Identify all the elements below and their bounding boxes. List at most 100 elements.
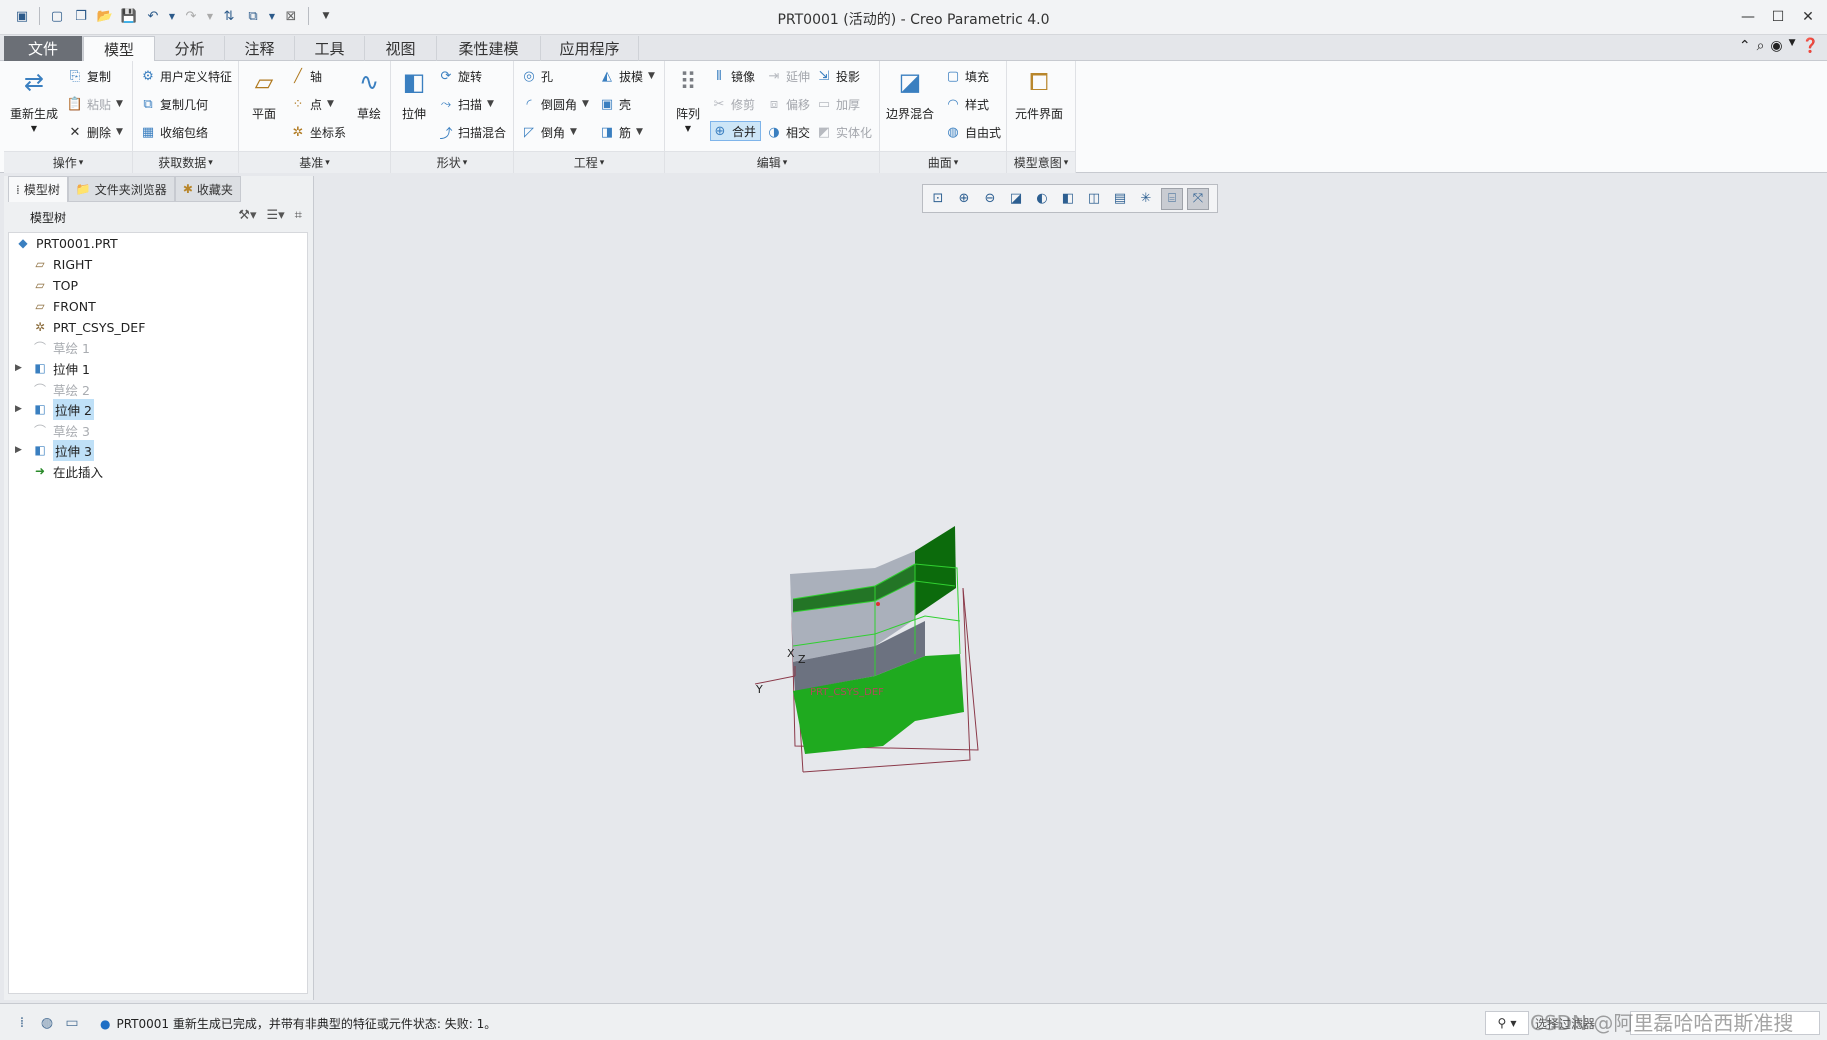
boundary-blend-button[interactable]: ◪ 边界混合 — [886, 65, 934, 122]
thicken-button[interactable]: ▭ 加厚 — [815, 94, 860, 114]
origin-point — [876, 602, 880, 606]
community-icon[interactable]: ◉ — [1770, 38, 1782, 54]
offset-button[interactable]: ⧈ 偏移 — [765, 94, 810, 114]
minimize-button[interactable]: — — [1733, 6, 1763, 28]
merge-button[interactable]: ⊕ 合并 — [710, 121, 762, 141]
tab-file[interactable]: 文件 — [4, 36, 83, 61]
expand-arrow-icon[interactable]: ▶ — [15, 363, 22, 373]
csys-button[interactable]: ✲ 坐标系 — [289, 122, 346, 142]
help-icon[interactable]: ❓ — [1802, 38, 1819, 54]
udf-button[interactable]: ⚙ 用户定义特征 — [139, 66, 232, 86]
tab-view[interactable]: 视图 — [365, 36, 437, 61]
tree-node-label: PRT_CSYS_DEF — [53, 319, 146, 335]
tree-node-insert-here[interactable]: ➜ 在此插入 — [32, 461, 103, 481]
datum-plane-icon: ▱ — [35, 299, 45, 313]
tab-folder-browser[interactable]: 📁 文件夹浏览器 — [67, 176, 175, 202]
fullscreen-icon[interactable]: ▭ — [62, 1013, 82, 1033]
solidify-label: 实体化 — [836, 125, 873, 140]
tree-node-extrude-1[interactable]: ▶ ◧ 拉伸 1 — [15, 358, 90, 378]
sweep-button[interactable]: ⤳ 扫描 ▼ — [437, 94, 494, 114]
trim-button[interactable]: ✂ 修剪 — [710, 94, 755, 114]
tree-node-front[interactable]: ▱ FRONT — [32, 296, 95, 316]
tab-model[interactable]: 模型 — [83, 36, 155, 62]
boundary-blend-icon: ◪ — [898, 68, 922, 96]
tab-analysis[interactable]: 分析 — [155, 36, 225, 61]
expand-arrow-icon[interactable]: ▶ — [15, 445, 22, 455]
extend-button[interactable]: ⇥ 延伸 — [765, 66, 810, 86]
group-title-operations[interactable]: 操作 — [4, 151, 132, 173]
tree-node-csys[interactable]: ✲ PRT_CSYS_DEF — [32, 317, 145, 337]
tree-node-extrude-2[interactable]: ▶ ◧ 拉伸 2 — [15, 398, 94, 420]
expand-arrow-icon[interactable]: ▶ — [15, 404, 22, 414]
extrude-button[interactable]: ◧ 拉伸 — [397, 65, 431, 122]
tab-annotate[interactable]: 注释 — [225, 36, 295, 61]
find-button[interactable]: ⚲ ▼ — [1485, 1011, 1529, 1035]
tree-node-root[interactable]: ◆ PRT0001.PRT — [15, 233, 117, 253]
paste-button[interactable]: 📋 粘贴 ▼ — [66, 94, 123, 114]
chamfer-button[interactable]: ◸ 倒角 ▼ — [520, 122, 577, 142]
tree-node-top[interactable]: ▱ TOP — [32, 275, 78, 295]
solidify-button[interactable]: ◩ 实体化 — [815, 122, 872, 142]
copy-button[interactable]: ⎘ 复制 — [66, 66, 111, 86]
pattern-button[interactable]: ⠿ 阵列 ▼ — [671, 65, 705, 133]
tree-node-sketch-3[interactable]: ⌒ 草绘 3 — [32, 420, 90, 440]
intersect-button[interactable]: ◑ 相交 — [765, 122, 810, 142]
tree-settings-icon[interactable]: ⚒▾ — [238, 208, 256, 223]
tree-columns-icon[interactable]: ☰▾ — [266, 208, 284, 223]
tab-model-tree[interactable]: ⁞ 模型树 — [8, 176, 68, 202]
shrinkwrap-button[interactable]: ▦ 收缩包络 — [139, 122, 208, 142]
window-title: PRT0001 (活动的) - Creo Parametric 4.0 — [777, 12, 1050, 28]
group-title-datum[interactable]: 基准 — [239, 151, 390, 173]
model-tree-icon: ⁞ — [16, 182, 20, 197]
fill-button[interactable]: ▢ 填充 — [944, 66, 989, 86]
tab-favorites[interactable]: ✱ 收藏夹 — [174, 176, 241, 202]
tree-node-extrude-3[interactable]: ▶ ◧ 拉伸 3 — [15, 439, 94, 461]
sweep-blend-button[interactable]: ⤴ 扫描混合 — [437, 122, 506, 142]
component-interface-button[interactable]: ⧠ 元件界面 — [1015, 65, 1063, 122]
community-dropdown-icon[interactable]: ▼ — [1789, 38, 1796, 54]
regenerate-button[interactable]: ⇄ 重新生成 ▼ — [10, 65, 58, 133]
round-button[interactable]: ◜ 倒圆角 ▼ — [520, 94, 588, 114]
delete-button[interactable]: ✕ 删除 ▼ — [66, 122, 123, 142]
rib-button[interactable]: ◨ 筋 ▼ — [598, 122, 643, 142]
group-model-intent: ⧠ 元件界面 模型意图 — [1007, 61, 1076, 173]
tree-node-label: RIGHT — [53, 256, 93, 272]
point-button[interactable]: ⁘ 点 ▼ — [289, 94, 334, 114]
close-button[interactable]: ✕ — [1793, 6, 1823, 28]
copy-geometry-button[interactable]: ⧉ 复制几何 — [139, 94, 208, 114]
tree-node-sketch-1[interactable]: ⌒ 草绘 1 — [32, 337, 90, 357]
group-title-surfaces[interactable]: 曲面 — [880, 151, 1006, 173]
group-title-editing[interactable]: 编辑 — [665, 151, 879, 173]
tree-node-right[interactable]: ▱ RIGHT — [32, 254, 92, 274]
collapse-ribbon-icon[interactable]: ⌃ — [1739, 38, 1751, 54]
mirror-button[interactable]: ⫴ 镜像 — [710, 66, 755, 86]
maximize-button[interactable]: ☐ — [1763, 6, 1793, 28]
graphics-viewport[interactable]: ⊡ ⊕ ⊖ ◪ ◐ ◧ ◫ ▤ ✳ ⌸ ⤧ X Z Y PRT_CSYS_DEF — [315, 176, 1827, 1000]
search-icon[interactable]: ⌕ — [1757, 38, 1765, 54]
hole-button[interactable]: ◎ 孔 — [520, 66, 553, 86]
group-title-engineering[interactable]: 工程 — [514, 151, 664, 173]
sketch-button[interactable]: ∿ 草绘 — [352, 65, 386, 122]
browser-toggle-icon[interactable]: ◍ — [37, 1013, 57, 1033]
group-title-shapes[interactable]: 形状 — [391, 151, 513, 173]
revolve-button[interactable]: ⟳ 旋转 — [437, 66, 482, 86]
navigator-toggle-icon[interactable]: ⁞ — [12, 1013, 32, 1033]
tree-node-sketch-2[interactable]: ⌒ 草绘 2 — [32, 379, 90, 399]
merge-icon: ⊕ — [714, 123, 726, 139]
extrude-icon: ◧ — [34, 361, 46, 375]
csys-icon: ✲ — [292, 124, 304, 140]
tab-applications[interactable]: 应用程序 — [541, 36, 639, 61]
axis-button[interactable]: ╱ 轴 — [289, 66, 322, 86]
style-button[interactable]: ◠ 样式 — [944, 94, 989, 114]
group-title-model-intent[interactable]: 模型意图 — [1007, 151, 1075, 173]
plane-button[interactable]: ▱ 平面 — [247, 65, 281, 122]
freestyle-button[interactable]: ◍ 自由式 — [944, 122, 1001, 142]
project-button[interactable]: ⇲ 投影 — [815, 66, 860, 86]
group-title-get-data[interactable]: 获取数据 — [133, 151, 238, 173]
tab-flexible-modeling[interactable]: 柔性建模 — [437, 36, 541, 61]
tab-tools[interactable]: 工具 — [295, 36, 365, 61]
tree-filter-icon[interactable]: ⌗ — [295, 208, 302, 223]
extrude-icon: ◧ — [402, 68, 426, 96]
draft-button[interactable]: ◭ 拔模 ▼ — [598, 66, 655, 86]
shell-button[interactable]: ▣ 壳 — [598, 94, 631, 114]
